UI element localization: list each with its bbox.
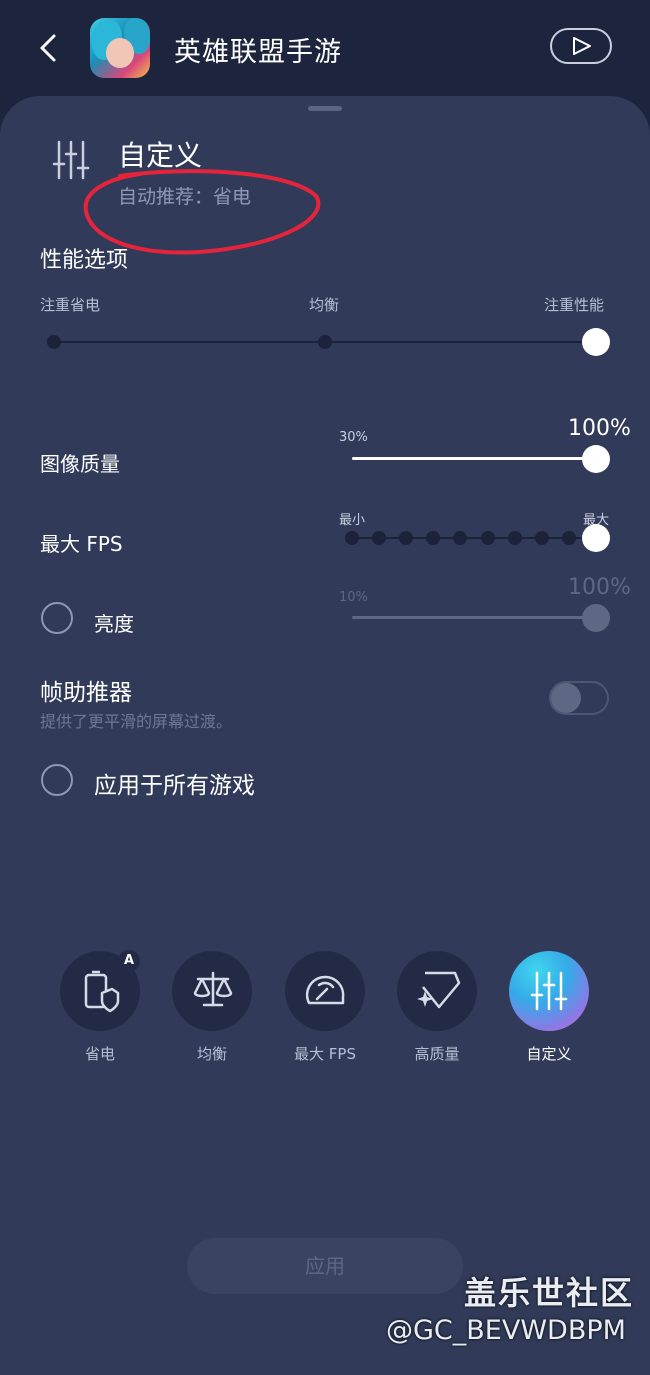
- image-quality-track[interactable]: [352, 457, 596, 460]
- mode-max-fps-button[interactable]: [285, 951, 365, 1031]
- max-fps-label: 最大 FPS: [40, 532, 123, 556]
- frame-booster-description: 提供了更平滑的屏幕过渡。: [40, 712, 233, 731]
- brightness-label: 亮度: [94, 612, 134, 636]
- performance-slider-thumb[interactable]: [582, 328, 610, 356]
- diamond-icon: [417, 971, 461, 1009]
- perf-tick-performance: 注重性能: [544, 296, 605, 314]
- mode-label-custom: 自定义: [526, 1045, 572, 1063]
- image-quality-label: 图像质量: [40, 452, 120, 476]
- frame-booster-toggle[interactable]: [549, 681, 609, 715]
- brightness-min: 10%: [339, 590, 368, 605]
- fps-step-dot[interactable]: [534, 531, 549, 545]
- brightness-checkbox[interactable]: [41, 602, 73, 634]
- image-quality-min: 30%: [339, 430, 368, 445]
- play-icon: [573, 37, 591, 55]
- brightness-track: [352, 616, 596, 619]
- mode-high-quality-button[interactable]: [397, 951, 477, 1031]
- fps-step-dot[interactable]: [561, 531, 576, 545]
- apply-all-label: 应用于所有游戏: [94, 773, 255, 799]
- fps-step-dot[interactable]: [345, 531, 359, 545]
- page-title: 英雄联盟手游: [174, 37, 342, 68]
- watermark-title: 盖乐世社区: [464, 1274, 635, 1312]
- drag-handle[interactable]: [308, 106, 342, 111]
- game-icon: [90, 18, 150, 78]
- perf-tick-power-saving: 注重省电: [40, 296, 101, 314]
- settings-panel: [0, 96, 650, 1375]
- back-button[interactable]: [34, 30, 64, 66]
- scale-icon: [193, 971, 233, 1007]
- watermark-handle: @GC_BEVWDBPM: [386, 1315, 626, 1346]
- brightness-thumb: [582, 604, 610, 632]
- mode-label-high-quality: 高质量: [414, 1045, 460, 1063]
- play-button[interactable]: [550, 28, 612, 64]
- mode-label-power-saving: 省电: [84, 1045, 115, 1063]
- mode-label-balanced: 均衡: [196, 1045, 227, 1063]
- perf-tick-balanced: 均衡: [309, 296, 340, 314]
- perf-stop-power-saving[interactable]: [47, 335, 61, 349]
- performance-label: 性能选项: [40, 248, 129, 273]
- chevron-left-icon: [40, 34, 56, 62]
- fps-step-dot[interactable]: [507, 531, 522, 545]
- brightness-value: 100%: [568, 575, 631, 600]
- apply-button[interactable]: 应用: [187, 1238, 463, 1294]
- max-fps-thumb[interactable]: [582, 524, 610, 552]
- mode-label-max-fps: 最大 FPS: [294, 1045, 356, 1063]
- toggle-knob: [551, 683, 581, 713]
- apply-all-checkbox[interactable]: [41, 764, 73, 796]
- max-fps-min: 最小: [339, 513, 366, 528]
- max-fps-track[interactable]: [352, 537, 596, 539]
- speedometer-icon: [305, 975, 345, 1005]
- sliders-icon: [530, 971, 568, 1011]
- fps-step-dot[interactable]: [372, 531, 387, 545]
- battery-shield-icon: [84, 970, 120, 1013]
- frame-booster-label: 帧助推器: [40, 680, 132, 706]
- mode-custom-button[interactable]: [509, 951, 589, 1031]
- perf-stop-balanced[interactable]: [318, 335, 332, 349]
- auto-badge: A: [118, 950, 140, 972]
- mode-balanced-button[interactable]: [172, 951, 252, 1031]
- fps-step-dot[interactable]: [480, 531, 495, 545]
- image-quality-thumb[interactable]: [582, 445, 610, 473]
- image-quality-value: 100%: [568, 416, 631, 441]
